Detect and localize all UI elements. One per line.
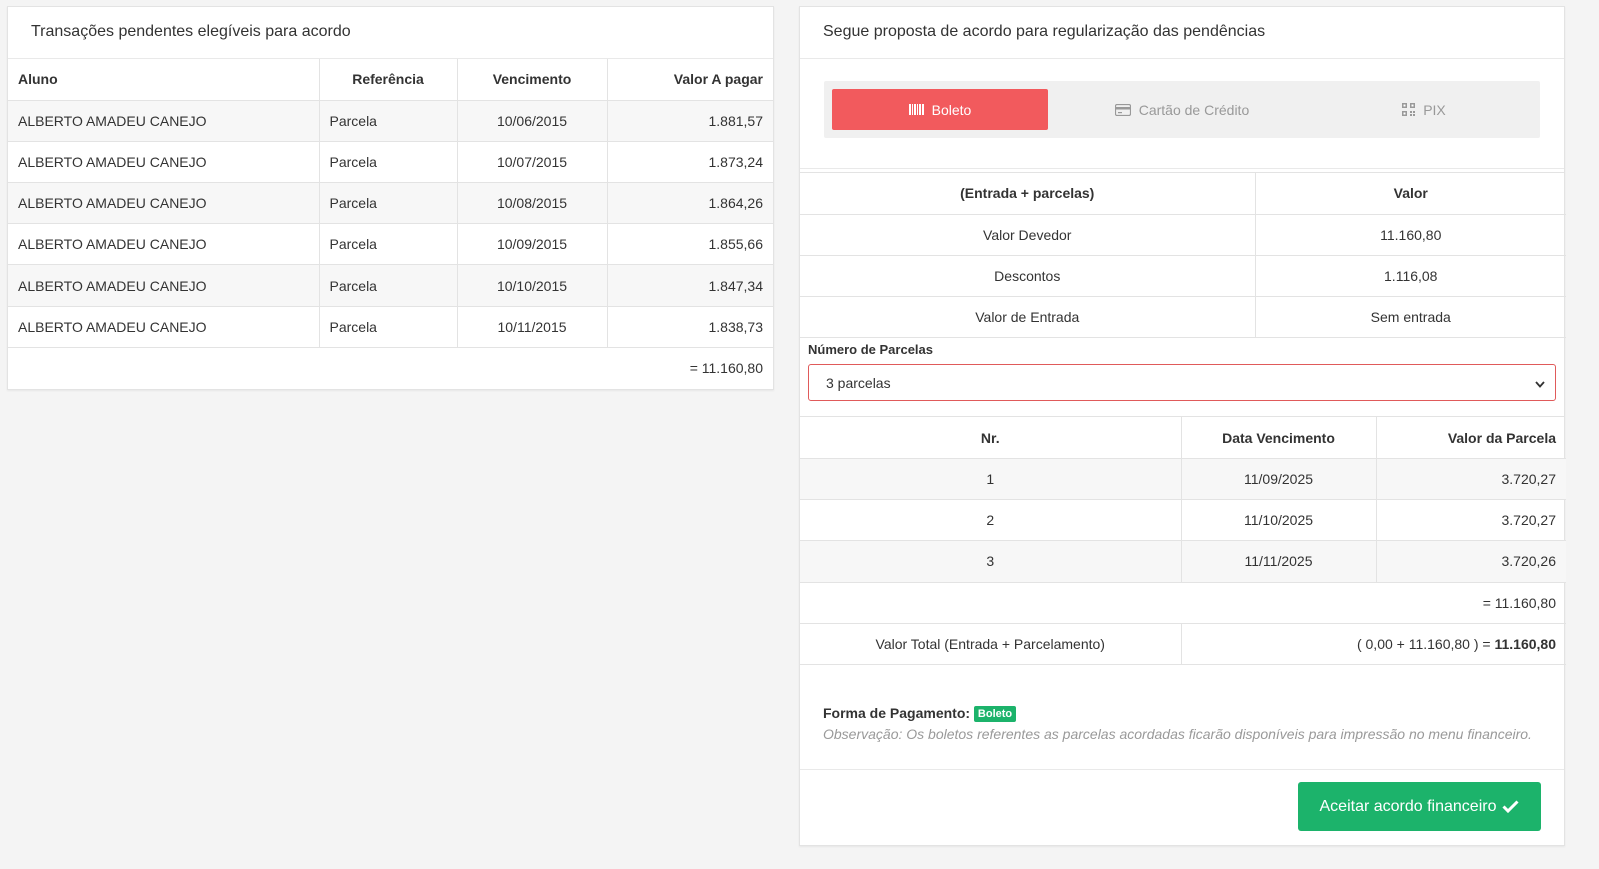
column-header-valor-parcela: Valor da Parcela <box>1376 417 1566 459</box>
tab-boleto-label: Boleto <box>931 101 972 118</box>
table-row: Valor Devedor 11.160,80 <box>800 214 1566 256</box>
summary-label: Valor Devedor <box>800 214 1256 256</box>
total-row: = 11.160,80 <box>8 347 773 388</box>
payment-method-label: Forma de Pagamento: <box>823 704 971 721</box>
parcelas-select[interactable]: 3 parcelas <box>808 364 1556 402</box>
column-header-nr: Nr. <box>800 417 1182 459</box>
installment-amount: 3.720,27 <box>1376 458 1566 501</box>
installments-subtotal: = 11.160,80 <box>800 582 1566 624</box>
pending-transactions-title: Transações pendentes elegíveis para acor… <box>8 7 773 59</box>
agreement-proposal-title: Segue proposta de acordo para regulariza… <box>800 7 1564 59</box>
tab-pix-label: PIX <box>1423 101 1446 118</box>
agreement-proposal-panel: Segue proposta de acordo para regulariza… <box>799 6 1566 846</box>
grand-total-value: ( 0,00 + 11.160,80 ) = 11.160,80 <box>1181 623 1566 665</box>
installment-number: 2 <box>800 499 1182 542</box>
table-row: ALBERTO AMADEU CANEJO Parcela 10/07/2015… <box>8 141 773 184</box>
pending-transactions-panel: Transações pendentes elegíveis para acor… <box>7 6 774 390</box>
installment-due-date: 11/11/2025 <box>1181 540 1377 583</box>
agreement-summary-table: (Entrada + parcelas) Valor Valor Devedor… <box>800 173 1566 339</box>
reference: Parcela <box>319 182 458 225</box>
table-row: ALBERTO AMADEU CANEJO Parcela 10/08/2015… <box>8 182 773 225</box>
due-date: 10/11/2015 <box>457 306 608 348</box>
installment-number: 1 <box>800 458 1182 501</box>
grand-total-label: Valor Total (Entrada + Parcelamento) <box>800 623 1182 665</box>
due-date: 10/09/2015 <box>457 223 608 266</box>
table-row: Descontos 1.116,08 <box>800 255 1566 298</box>
reference: Parcela <box>319 100 458 142</box>
amount: 1.847,34 <box>607 264 773 307</box>
reference: Parcela <box>319 141 458 184</box>
qr-code-icon <box>1402 103 1416 116</box>
summary-label: Valor de Entrada <box>800 296 1256 339</box>
installment-due-date: 11/10/2025 <box>1181 499 1377 542</box>
amount: 1.873,24 <box>607 141 773 184</box>
table-row: ALBERTO AMADEU CANEJO Parcela 10/10/2015… <box>8 264 773 307</box>
due-date: 10/08/2015 <box>457 182 608 225</box>
table-row: 2 11/10/2025 3.720,27 <box>800 499 1566 542</box>
tab-boleto[interactable]: Boleto <box>832 89 1048 130</box>
column-header-vencimento: Vencimento <box>457 59 608 101</box>
column-header-data-vencimento: Data Vencimento <box>1181 417 1377 459</box>
due-date: 10/07/2015 <box>457 141 608 184</box>
column-header-aluno: Aluno <box>8 59 320 101</box>
table-row: 1 11/09/2025 3.720,27 <box>800 458 1566 501</box>
accept-agreement-button[interactable]: Aceitar acordo financeiro <box>1298 782 1541 831</box>
due-date: 10/06/2015 <box>457 100 608 142</box>
parcelas-selected-value: 3 parcelas <box>826 374 891 391</box>
amount: 1.838,73 <box>607 306 773 348</box>
total-amount: = 11.160,80 <box>689 360 763 377</box>
table-row: Valor de Entrada Sem entrada <box>800 296 1566 339</box>
installments-table: Nr. Data Vencimento Valor da Parcela 1 1… <box>800 417 1566 665</box>
payment-method-badge: Boleto <box>973 705 1017 722</box>
tab-pix[interactable]: PIX <box>1316 89 1532 130</box>
column-header-referencia: Referência <box>319 59 458 101</box>
student-name: ALBERTO AMADEU CANEJO <box>8 306 320 348</box>
table-row: ALBERTO AMADEU CANEJO Parcela 10/06/2015… <box>8 100 773 142</box>
check-icon <box>1502 800 1520 813</box>
summary-value: 1.116,08 <box>1255 255 1566 298</box>
accept-agreement-label: Aceitar acordo financeiro <box>1319 797 1497 815</box>
due-date: 10/10/2015 <box>457 264 608 307</box>
reference: Parcela <box>319 264 458 307</box>
table-row: ALBERTO AMADEU CANEJO Parcela 10/11/2015… <box>8 306 773 348</box>
observation-text: Observação: Os boletos referentes as par… <box>823 725 1532 742</box>
column-header-valor: Valor A pagar <box>607 59 773 101</box>
summary-label: Descontos <box>800 255 1256 298</box>
student-name: ALBERTO AMADEU CANEJO <box>8 223 320 266</box>
parcelas-label: Número de Parcelas <box>808 342 934 358</box>
amount: 1.864,26 <box>607 182 773 225</box>
pending-transactions-table: Aluno Referência Vencimento Valor A paga… <box>8 59 773 389</box>
amount: 1.855,66 <box>607 223 773 266</box>
grand-total-amount: 11.160,80 <box>1494 635 1556 652</box>
chevron-down-icon <box>1535 375 1545 391</box>
reference: Parcela <box>319 223 458 266</box>
summary-value: Sem entrada <box>1255 296 1566 339</box>
student-name: ALBERTO AMADEU CANEJO <box>8 100 320 142</box>
table-row: ALBERTO AMADEU CANEJO Parcela 10/09/2015… <box>8 223 773 266</box>
column-header-valor: Valor <box>1255 173 1566 215</box>
installment-due-date: 11/09/2025 <box>1181 458 1377 501</box>
payment-method-tabs-container: Boleto Cartão de Crédito PIX <box>800 59 1564 169</box>
credit-card-icon <box>1114 103 1131 116</box>
subtotal-row: = 11.160,80 <box>800 582 1566 624</box>
column-header-entrada-parcelas: (Entrada + parcelas) <box>800 173 1256 215</box>
table-row: 3 11/11/2025 3.720,26 <box>800 540 1566 583</box>
grand-total-formula: ( 0,00 + 11.160,80 ) = <box>1356 635 1495 652</box>
installment-amount: 3.720,27 <box>1376 499 1566 542</box>
grand-total-row: Valor Total (Entrada + Parcelamento) ( 0… <box>800 623 1566 665</box>
student-name: ALBERTO AMADEU CANEJO <box>8 141 320 184</box>
tab-cartao-credito[interactable]: Cartão de Crédito <box>1074 89 1290 130</box>
payment-info: Forma de Pagamento: Boleto Observação: O… <box>800 665 1564 770</box>
tab-cartao-credito-label: Cartão de Crédito <box>1138 101 1250 118</box>
student-name: ALBERTO AMADEU CANEJO <box>8 264 320 307</box>
payment-method-tabs: Boleto Cartão de Crédito PIX <box>824 81 1540 138</box>
student-name: ALBERTO AMADEU CANEJO <box>8 182 320 225</box>
reference: Parcela <box>319 306 458 348</box>
amount: 1.881,57 <box>607 100 773 142</box>
installment-number: 3 <box>800 540 1182 583</box>
summary-value: 11.160,80 <box>1255 214 1566 256</box>
installment-amount: 3.720,26 <box>1376 540 1566 583</box>
barcode-icon <box>908 104 924 115</box>
